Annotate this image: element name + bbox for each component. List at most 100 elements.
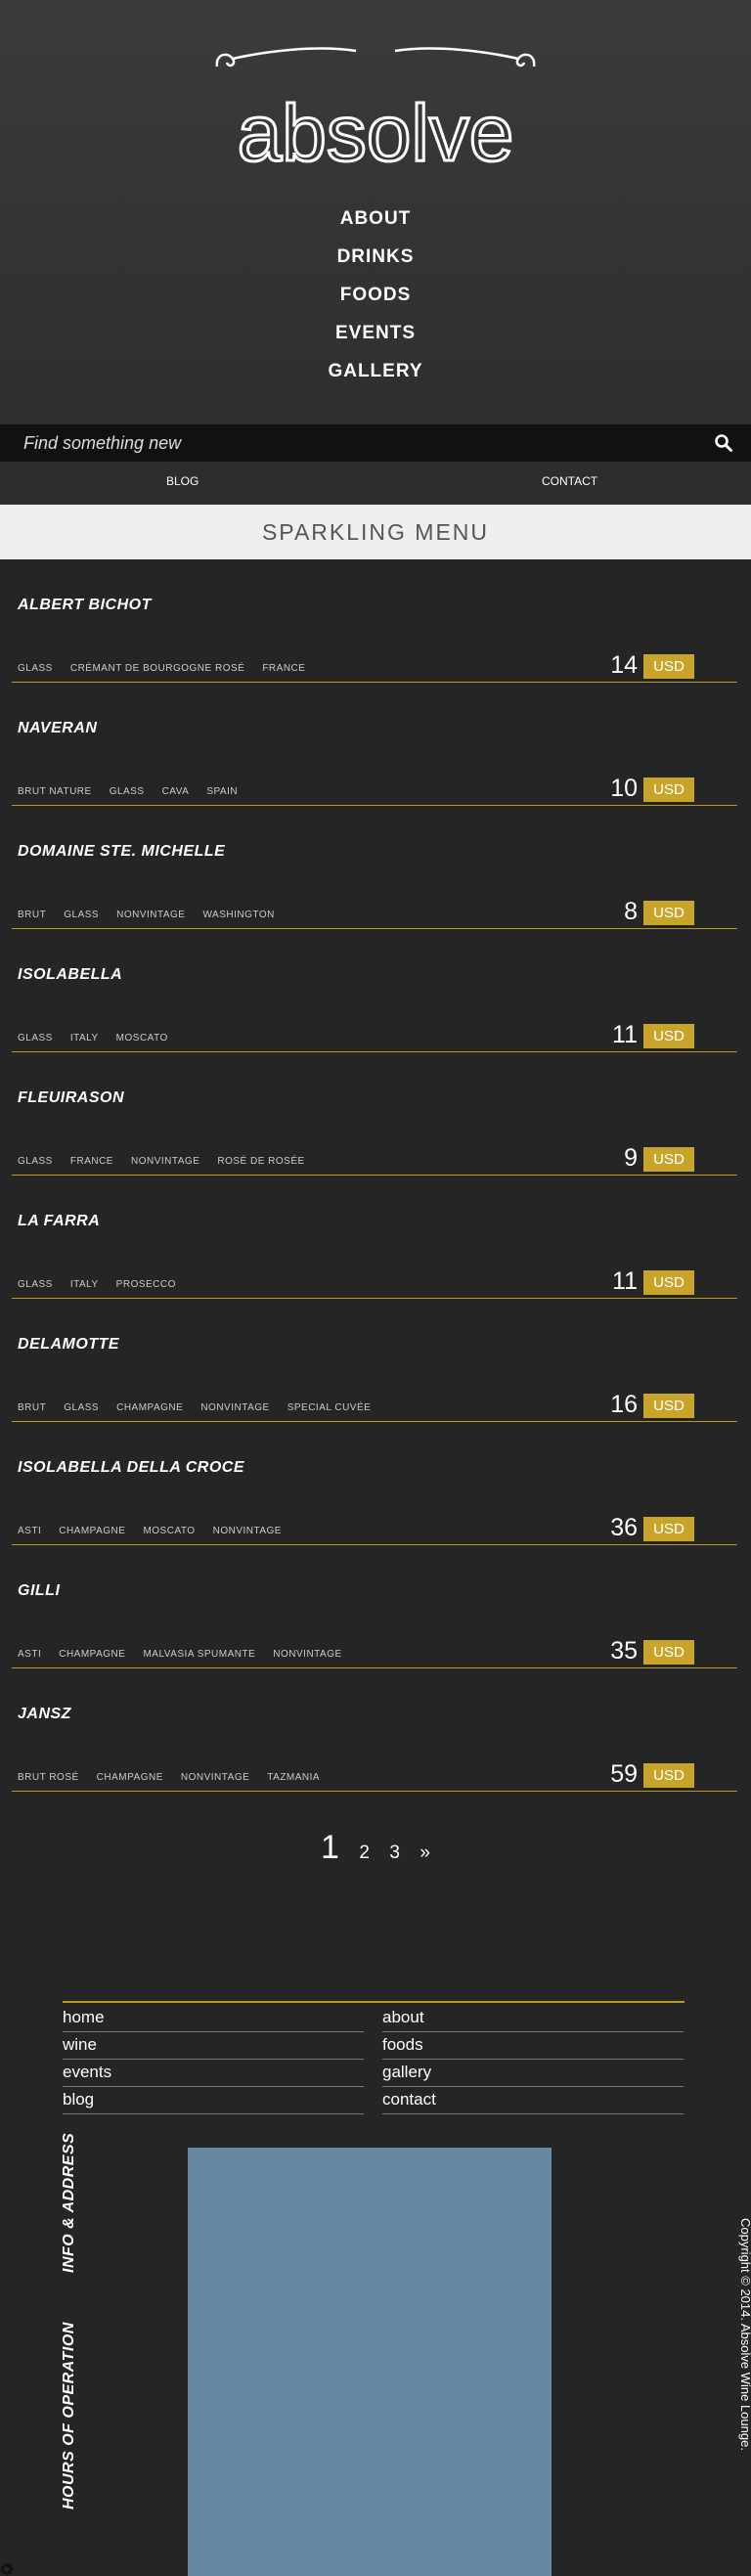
nav-events[interactable]: EVENTS: [0, 318, 751, 356]
item-tag[interactable]: CHAMPAGNE: [116, 1402, 183, 1413]
menu-item[interactable]: DOMAINE STE. MICHELLE BRUT GLASS NONVINTAG…: [0, 806, 751, 929]
page-next[interactable]: »: [420, 1843, 430, 1864]
item-price: 16: [610, 1391, 638, 1418]
item-tag[interactable]: ASTI: [18, 1526, 41, 1536]
item-price: 36: [610, 1514, 638, 1541]
item-tag[interactable]: CRÉMANT DE BOURGOGNE ROSÉ: [70, 663, 244, 674]
item-tag[interactable]: SPECIAL CUVÉE: [287, 1402, 372, 1413]
item-name: ALBERT BICHOT: [18, 597, 152, 613]
item-tag[interactable]: NONVINTAGE: [213, 1526, 282, 1536]
menu-item[interactable]: JANSZ BRUT ROSÉ CHAMPAGNE NONVINTAGE TAZMAN…: [0, 1668, 751, 1792]
page-title: SPARKLING MENU: [0, 505, 751, 559]
item-name: ISOLABELLA: [18, 966, 123, 983]
menu-item[interactable]: DELAMOTTE BRUT GLASS CHAMPAGNE NONVINTAGE SP…: [0, 1299, 751, 1422]
item-tag[interactable]: CHAMPAGNE: [59, 1526, 125, 1536]
footer-link-blog[interactable]: blog: [63, 2087, 364, 2114]
item-tag[interactable]: GLASS: [110, 786, 145, 797]
gear-icon[interactable]: [0, 2562, 14, 2576]
subnav-contact[interactable]: CONTACT: [542, 462, 597, 501]
item-price: 14: [610, 651, 638, 679]
page-current[interactable]: 1: [321, 1829, 339, 1867]
menu-item[interactable]: ALBERT BICHOT GLASS CRÉMANT DE BOURGOGNE …: [0, 559, 751, 683]
nav-foods[interactable]: FOODS: [0, 280, 751, 318]
menu-item[interactable]: ISOLABELLA GLASS ITALY MOSCATO 11 USD: [0, 929, 751, 1052]
footer-link-contact[interactable]: contact: [382, 2087, 684, 2114]
nav-drinks[interactable]: DRINKS: [0, 242, 751, 280]
item-price: 11: [612, 1021, 638, 1048]
item-tag[interactable]: NONVINTAGE: [116, 910, 185, 920]
item-tag[interactable]: GLASS: [64, 910, 99, 920]
subnav-blog[interactable]: BLOG: [166, 462, 199, 501]
item-tag[interactable]: FRANCE: [262, 663, 305, 674]
search-input[interactable]: [23, 429, 688, 457]
menu-item[interactable]: NAVERAN BRUT NATURE GLASS CAVA SPAIN 10 USD: [0, 683, 751, 806]
menu-item[interactable]: ISOLABELLA DELLA CROCE ASTI CHAMPAGNE MOSC…: [0, 1422, 751, 1545]
item-name: ISOLABELLA DELLA CROCE: [18, 1459, 245, 1476]
item-price: 11: [612, 1267, 638, 1295]
footer-link-about[interactable]: about: [382, 2005, 684, 2032]
item-tag[interactable]: BRUT ROSÉ: [18, 1772, 79, 1783]
footer-link-events[interactable]: events: [63, 2060, 364, 2087]
nav-gallery[interactable]: GALLERY: [0, 356, 751, 394]
absolve-logo[interactable]: absolve: [209, 45, 542, 172]
item-tag[interactable]: GLASS: [64, 1402, 99, 1413]
item-tag[interactable]: SPAIN: [206, 786, 238, 797]
item-name: JANSZ: [18, 1706, 71, 1722]
item-tag[interactable]: BRUT: [18, 1402, 46, 1413]
menu-item[interactable]: GILLI ASTI CHAMPAGNE MALVASIA SPUMANTE NONV…: [0, 1545, 751, 1668]
search-bar: [0, 424, 751, 462]
item-name: DELAMOTTE: [18, 1336, 120, 1353]
footer-link-foods[interactable]: foods: [382, 2032, 684, 2060]
item-tag[interactable]: MOSCATO: [116, 1033, 168, 1044]
item-name: FLEUIRASON: [18, 1089, 124, 1106]
item-price: 35: [610, 1637, 638, 1665]
item-tag[interactable]: ITALY: [70, 1033, 99, 1044]
item-tag[interactable]: NONVINTAGE: [200, 1402, 269, 1413]
item-tag[interactable]: MALVASIA SPUMANTE: [143, 1649, 255, 1660]
item-tag[interactable]: ASTI: [18, 1649, 41, 1660]
item-tag[interactable]: BRUT NATURE: [18, 786, 92, 797]
page-link[interactable]: 2: [359, 1843, 370, 1864]
item-tag[interactable]: GLASS: [18, 1156, 53, 1167]
secondary-nav: BLOG CONTACT: [0, 462, 751, 505]
item-price: 10: [610, 775, 638, 802]
footer-link-wine[interactable]: wine: [63, 2032, 364, 2060]
item-tag[interactable]: CAVA: [162, 786, 190, 797]
footer-link-home[interactable]: home: [63, 2005, 364, 2032]
item-tag[interactable]: GLASS: [18, 1033, 53, 1044]
item-tag[interactable]: NONVINTAGE: [273, 1649, 341, 1660]
menu-item[interactable]: FLEUIRASON GLASS FRANCE NONVINTAGE ROSÉ DE …: [0, 1052, 751, 1176]
item-tag[interactable]: CHAMPAGNE: [59, 1649, 125, 1660]
item-tag[interactable]: CHAMPAGNE: [97, 1772, 163, 1783]
search-icon[interactable]: [714, 433, 733, 453]
item-tags: GLASS ITALY PROSECCO: [18, 1279, 194, 1290]
pagination: 1 2 3 »: [0, 1829, 751, 1867]
item-name: DOMAINE STE. MICHELLE: [18, 843, 226, 860]
item-tag[interactable]: NONVINTAGE: [181, 1772, 249, 1783]
item-tag[interactable]: TAZMANIA: [267, 1772, 320, 1783]
page-link[interactable]: 3: [389, 1843, 400, 1864]
footer-link-gallery[interactable]: gallery: [382, 2060, 684, 2087]
nav-about[interactable]: ABOUT: [0, 203, 751, 242]
currency-badge: USD: [643, 1394, 694, 1418]
item-tag[interactable]: BRUT: [18, 910, 46, 920]
item-tag[interactable]: WASHINGTON: [202, 910, 274, 920]
currency-badge: USD: [643, 901, 694, 925]
item-tag[interactable]: GLASS: [18, 1279, 53, 1290]
item-tags: GLASS ITALY MOSCATO: [18, 1033, 186, 1044]
item-tag[interactable]: FRANCE: [70, 1156, 113, 1167]
currency-badge: USD: [643, 1147, 694, 1172]
currency-badge: USD: [643, 1270, 694, 1295]
item-tag[interactable]: GLASS: [18, 663, 53, 674]
main-nav: ABOUT DRINKS FOODS EVENTS GALLERY: [0, 203, 751, 394]
item-tag[interactable]: ROSÉ DE ROSÉE: [217, 1156, 304, 1167]
item-tag[interactable]: ITALY: [70, 1279, 99, 1290]
item-tag[interactable]: PROSECCO: [116, 1279, 176, 1290]
item-tag[interactable]: MOSCATO: [143, 1526, 195, 1536]
map[interactable]: [188, 2148, 552, 2576]
info-address-heading: INFO & ADDRESS: [61, 2132, 77, 2273]
currency-badge: USD: [643, 777, 694, 802]
menu-item[interactable]: LA FARRA GLASS ITALY PROSECCO 11 USD: [0, 1176, 751, 1299]
item-tags: BRUT GLASS NONVINTAGE WASHINGTON: [18, 910, 292, 920]
item-tag[interactable]: NONVINTAGE: [131, 1156, 199, 1167]
